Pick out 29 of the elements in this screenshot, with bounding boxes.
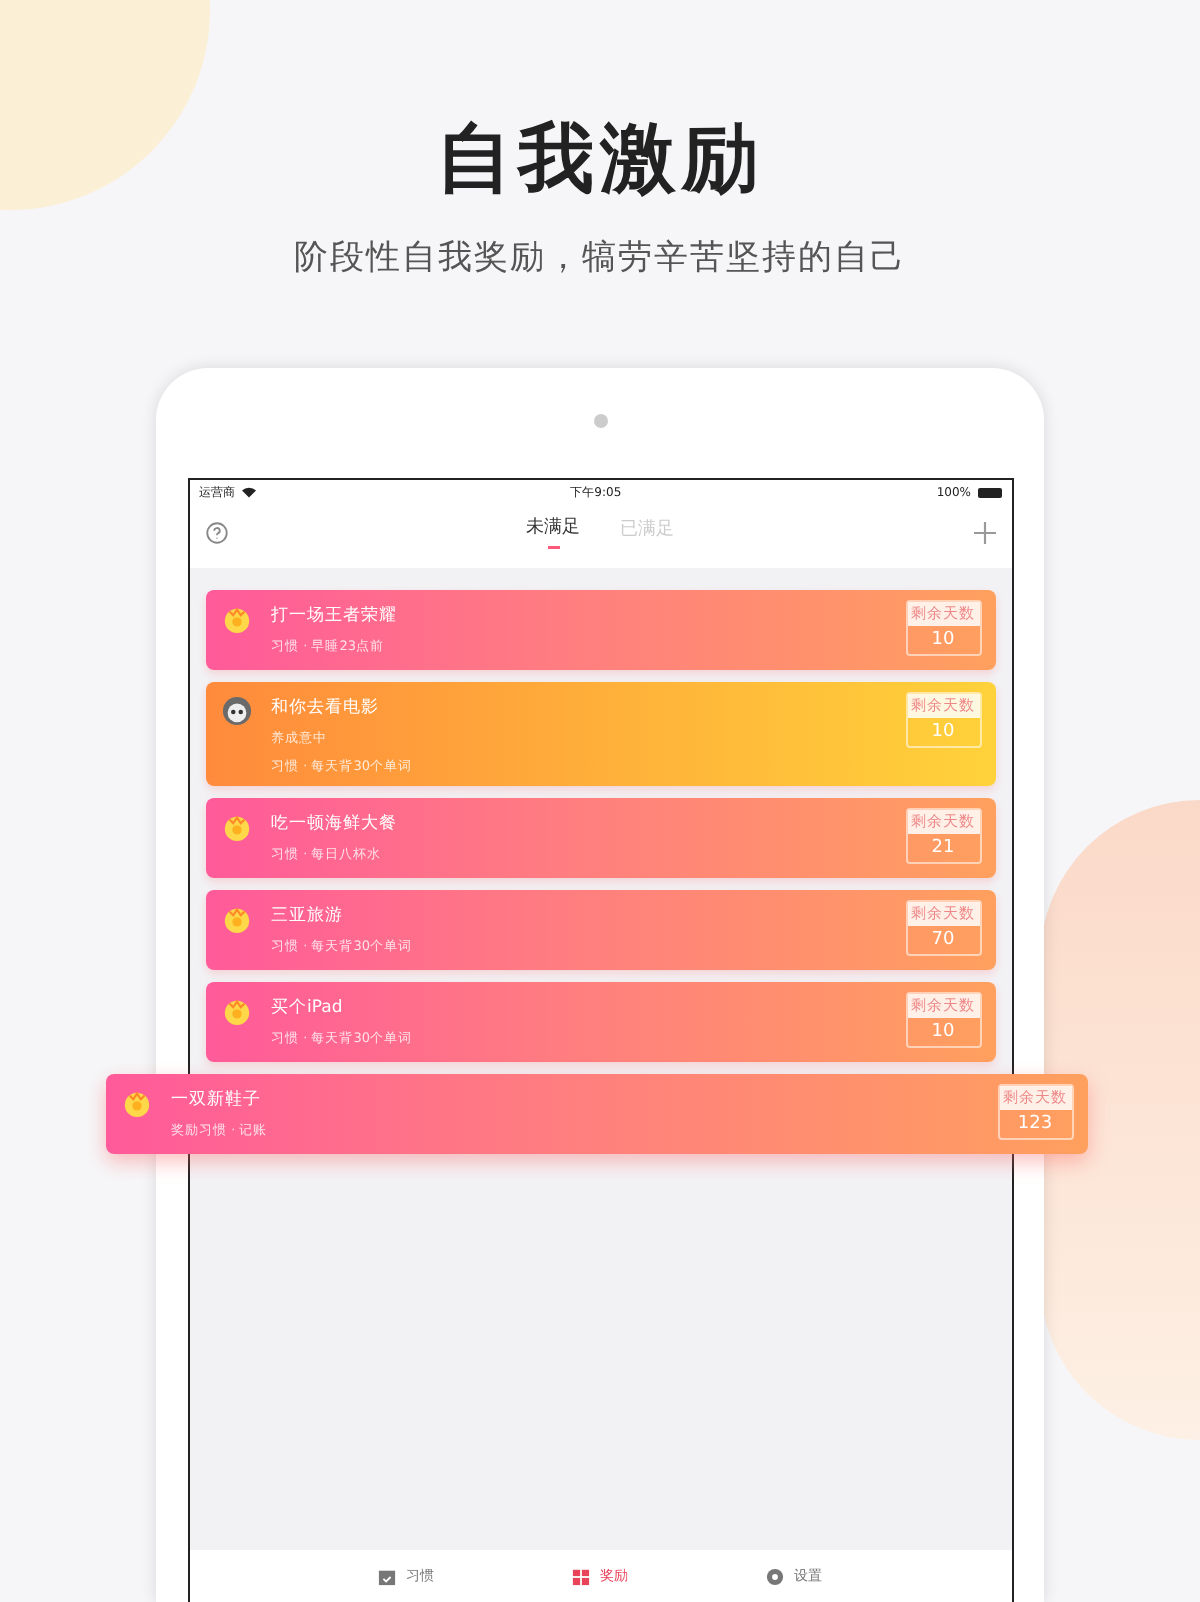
- avatar-icon: [221, 696, 251, 726]
- days-count: 21: [931, 836, 955, 862]
- days-count: 10: [931, 720, 955, 746]
- camera-dot: [593, 414, 607, 428]
- help-icon[interactable]: [205, 521, 227, 543]
- days-count: 10: [931, 628, 955, 654]
- reward-title: 三亚旅游: [271, 904, 345, 928]
- calendar-icon: [378, 1567, 396, 1585]
- gift-icon: [572, 1567, 590, 1585]
- crown-badge-icon: [221, 604, 251, 634]
- crown-badge-icon: [221, 812, 251, 842]
- reward-title: 打一场王者荣耀: [271, 604, 399, 628]
- reward-title: 和你去看电影: [271, 696, 381, 720]
- reward-title: 一双新鞋子: [171, 1088, 263, 1112]
- battery-icon: [977, 487, 1001, 497]
- tagline: 阶段性自我奖励，犒劳辛苦坚持的自己: [294, 236, 906, 280]
- wifi-icon: [241, 486, 255, 498]
- add-icon[interactable]: [973, 521, 995, 543]
- segment-tab[interactable]: 未满足: [526, 514, 580, 550]
- days-count: 70: [931, 928, 955, 954]
- days-count: 10: [931, 1020, 955, 1046]
- reward-title: 吃一顿海鲜大餐: [271, 812, 399, 836]
- reward-title: 买个iPad: [271, 996, 345, 1020]
- headline: 自我激励: [436, 112, 764, 206]
- crown-badge-icon: [121, 1088, 151, 1118]
- settings-icon: [766, 1567, 784, 1585]
- crown-badge-icon: [221, 904, 251, 934]
- crown-badge-icon: [221, 996, 251, 1026]
- days-count: 123: [1017, 1112, 1053, 1138]
